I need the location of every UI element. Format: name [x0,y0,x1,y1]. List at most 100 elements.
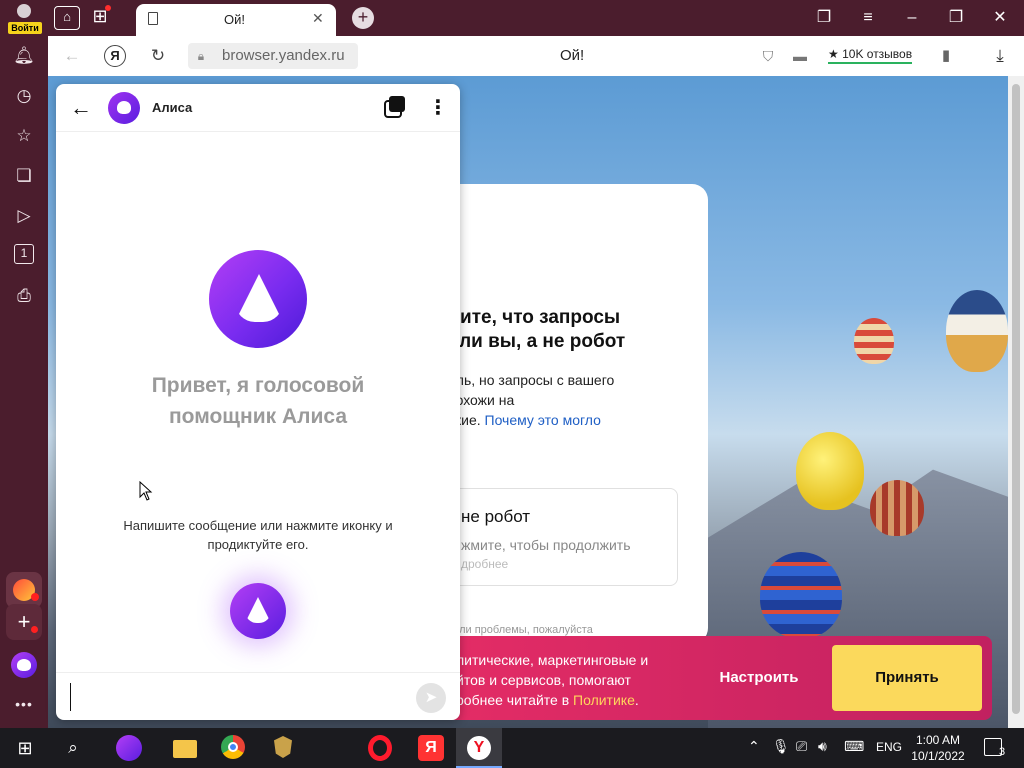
sign-in-button[interactable]: Войти [6,2,42,34]
balloon-red-icon [854,318,894,364]
alice-glyph [17,659,31,671]
favorites-icon[interactable]: ☆ [12,124,36,148]
tab-title: Ой! [224,12,245,27]
accept-button[interactable]: Принять [832,645,982,711]
page-counter-icon[interactable]: 1 [14,244,34,264]
policy-tail: . [634,692,639,708]
yandex-taskbar-icon[interactable]: Я [416,735,444,761]
not-robot-subtitle: жмите, чтобы продолжить [461,537,631,553]
sidebar: 🔔︎ ◷ ☆ ❏ ▷ 1 ⎙ + ••• [0,36,48,728]
protect-icon[interactable]: ⛉ [758,46,778,66]
lock-icon[interactable]: 🔒︎ [194,46,208,66]
sign-in-label: Войти [8,22,42,34]
collections-icon[interactable]: ❐ [814,8,834,28]
new-tab-button[interactable]: + [352,7,374,29]
not-robot-more[interactable]: дробнее [461,557,508,571]
alice-glyph-small [117,101,131,114]
reviews-link[interactable]: ★ 10K отзывов [828,47,913,64]
document-icon [148,12,158,25]
balloon-blue-icon [946,290,1008,372]
file-explorer-icon[interactable] [172,736,198,760]
notifications-bell-icon[interactable]: 🔔︎ [12,44,36,68]
video-icon[interactable]: ▷ [12,204,36,228]
back-arrow-icon[interactable]: ← [70,96,92,120]
add-app-button[interactable]: + [6,604,42,640]
url-text[interactable]: browser.yandex.ru [222,47,345,64]
game-icon[interactable] [270,736,296,760]
scroll-thumb[interactable] [1012,84,1020,714]
clock-date: 10/1/2022 [911,749,965,763]
downloads-icon[interactable]: ⤓ [990,46,1010,66]
alice-avatar [108,92,140,124]
send-icon[interactable]: ➤ [416,683,446,713]
zen-icon[interactable]: ❏ [12,164,36,188]
more-icon[interactable]: ••• [12,692,36,716]
alice-mic-glyph [245,597,271,623]
captcha-heading: дите, что запросы яли вы, а не робот [448,307,626,352]
mail-badge [31,593,39,601]
microphone-icon[interactable]: 🎙︎ [772,738,790,755]
alice-sidebar-icon[interactable] [11,652,37,678]
balloon-blue-red-icon [760,552,842,638]
why-link[interactable]: Почему это могло [485,412,601,428]
chat-icon[interactable]: ▬ [790,46,810,66]
more-vertical-icon[interactable]: ⋮ [428,96,448,120]
screenshot-icon[interactable]: ⎙ [12,284,36,308]
opera-icon[interactable] [366,735,394,761]
clock[interactable]: 1:00 AM 10/1/2022 [908,732,968,764]
mouse-cursor-icon [139,481,153,501]
configure-button[interactable]: Настроить [694,646,824,710]
active-tab[interactable]: Ой! ✕ [136,4,336,36]
captcha-footer: икли проблемы, пожалуйста [448,624,593,636]
language-indicator[interactable]: ENG [876,740,902,754]
yandex-icon[interactable]: Я [104,45,126,67]
history-icon[interactable]: ◷ [12,84,36,108]
scrollbar[interactable] [1008,76,1024,728]
alice-panel: ← Алиса ⋮ Привет, я голосовой помощник А… [56,84,460,720]
close-window-icon[interactable]: ✕ [990,8,1010,28]
balloon-striped-icon [870,480,924,536]
yandex-browser-taskbar-icon[interactable]: Y [456,728,502,768]
not-robot-title: не робот [461,507,531,526]
windows-start-icon[interactable]: ⊞ [14,736,36,760]
voice-input-button[interactable] [230,583,286,639]
cookie-text: литические, маркетинговые и йтов и серви… [456,650,680,710]
not-robot-checkbox[interactable]: не робот жмите, чтобы продолжить дробнее [448,488,678,586]
cookie-banner: литические, маркетинговые и йтов и серви… [408,636,992,720]
search-icon[interactable]: ⌕ [62,736,84,760]
taskbar: ⊞ ⌕ Я Y ⌃ 🎙︎ ⎚ 🔊︎ ⌨ ENG 1:00 AM 10/1/202… [0,728,1024,768]
home-icon[interactable]: ⌂ [54,6,80,30]
show-hidden-icons[interactable]: ⌃ [748,738,760,755]
clock-time: 1:00 AM [915,733,961,747]
user-icon [17,4,31,18]
alice-name: Алиса [152,100,193,115]
alice-greeting: Привет, я голосовой помощник Алиса [151,374,365,428]
policy-link[interactable]: Политике [573,692,635,708]
alice-logo-glyph [235,274,283,322]
alice-logo [209,250,307,348]
network-icon[interactable]: ⎚ [796,738,807,755]
chrome-icon[interactable] [220,735,246,760]
message-bar: ➤ [56,672,460,720]
page-title: Ой! [560,47,585,64]
bookmark-icon[interactable]: ▮ [936,46,956,66]
reload-icon[interactable]: ↻ [148,46,168,66]
captcha-description: аль, но запросы с вашего похожи на ские.… [448,370,698,430]
alice-header: ← Алиса ⋮ [56,84,460,132]
notifications-count: 3 [998,746,1006,758]
skills-cards-icon[interactable] [382,96,406,120]
alice-taskbar-icon[interactable] [114,735,142,761]
restore-icon[interactable]: ❐ [946,8,966,28]
mail-app-button[interactable] [6,572,42,608]
keyboard-icon[interactable]: ⌨ [844,738,864,755]
tab-close-icon[interactable]: ✕ [312,10,324,27]
title-bar: Войти ⌂ ⊞ Ой! ✕ + ❐ ≡ – ❐ ✕ [0,0,1024,36]
notification-dot [105,5,111,11]
minimize-icon[interactable]: – [902,8,922,28]
menu-icon[interactable]: ≡ [858,8,878,28]
balloon-yellow-icon [796,432,864,510]
add-app-badge [31,626,38,633]
back-icon[interactable]: ← [62,46,82,66]
volume-icon[interactable]: 🔊︎ [818,738,827,755]
message-input[interactable] [70,683,400,711]
